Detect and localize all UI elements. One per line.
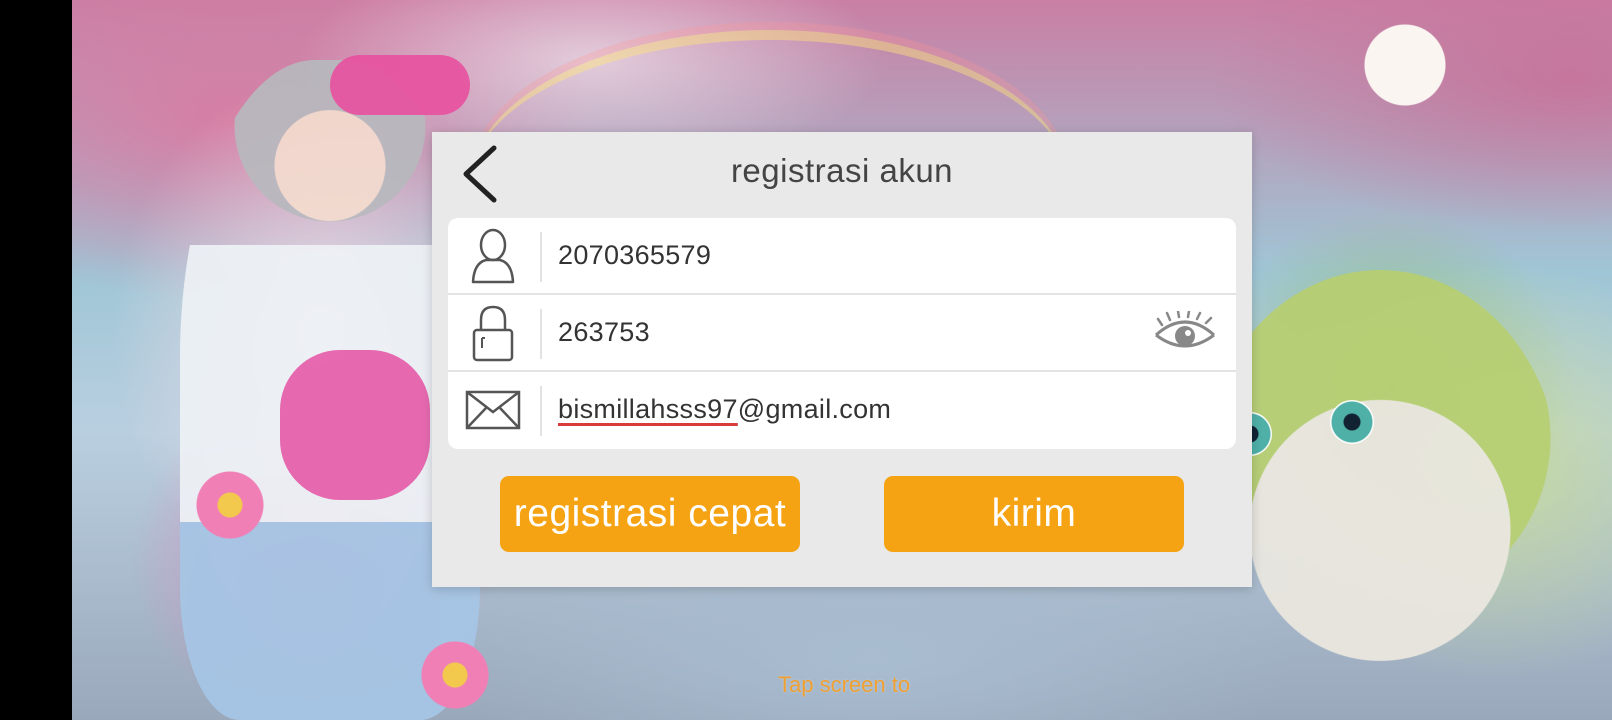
eye-icon [1154, 309, 1216, 348]
quick-register-button[interactable]: registrasi cepat [500, 476, 800, 552]
password-field[interactable]: 263753 [448, 295, 1236, 372]
registration-form: 2070365579 263753 bismillahsss97@gmail.c… [448, 218, 1236, 449]
dialog-header: registrasi akun [432, 132, 1252, 218]
email-domain-part: @gmail.com [737, 394, 892, 424]
pink-flower [420, 640, 490, 710]
email-input[interactable]: bismillahsss97@gmail.com [558, 394, 891, 425]
submit-button[interactable]: kirim [884, 476, 1184, 552]
dialog-title: registrasi akun [730, 152, 954, 189]
user-icon [462, 224, 524, 288]
creature-eye-right [1330, 400, 1374, 444]
account-input[interactable]: 2070365579 [558, 240, 711, 271]
field-divider [540, 309, 542, 359]
account-field[interactable]: 2070365579 [448, 218, 1236, 295]
tap-screen-hint: Tap screen to [778, 672, 911, 697]
envelope-icon [462, 378, 524, 442]
email-field[interactable]: bismillahsss97@gmail.com [448, 372, 1236, 449]
show-password-toggle[interactable] [1152, 309, 1218, 357]
game-screen[interactable]: registrasi akun 2070365579 263753 bismil… [0, 0, 1612, 720]
hair-bow [330, 55, 470, 115]
pink-flower [195, 470, 265, 540]
left-letterbox [0, 0, 72, 720]
waist-bow [280, 350, 430, 500]
flying-imp-character [1360, 10, 1450, 110]
registration-dialog: registrasi akun 2070365579 263753 bismil… [432, 132, 1252, 587]
green-creature-character [1200, 270, 1560, 690]
field-divider [540, 386, 542, 436]
lock-icon [462, 301, 524, 365]
password-input[interactable]: 263753 [558, 317, 650, 348]
email-local-part: bismillahsss97 [558, 394, 738, 424]
field-divider [540, 232, 542, 282]
